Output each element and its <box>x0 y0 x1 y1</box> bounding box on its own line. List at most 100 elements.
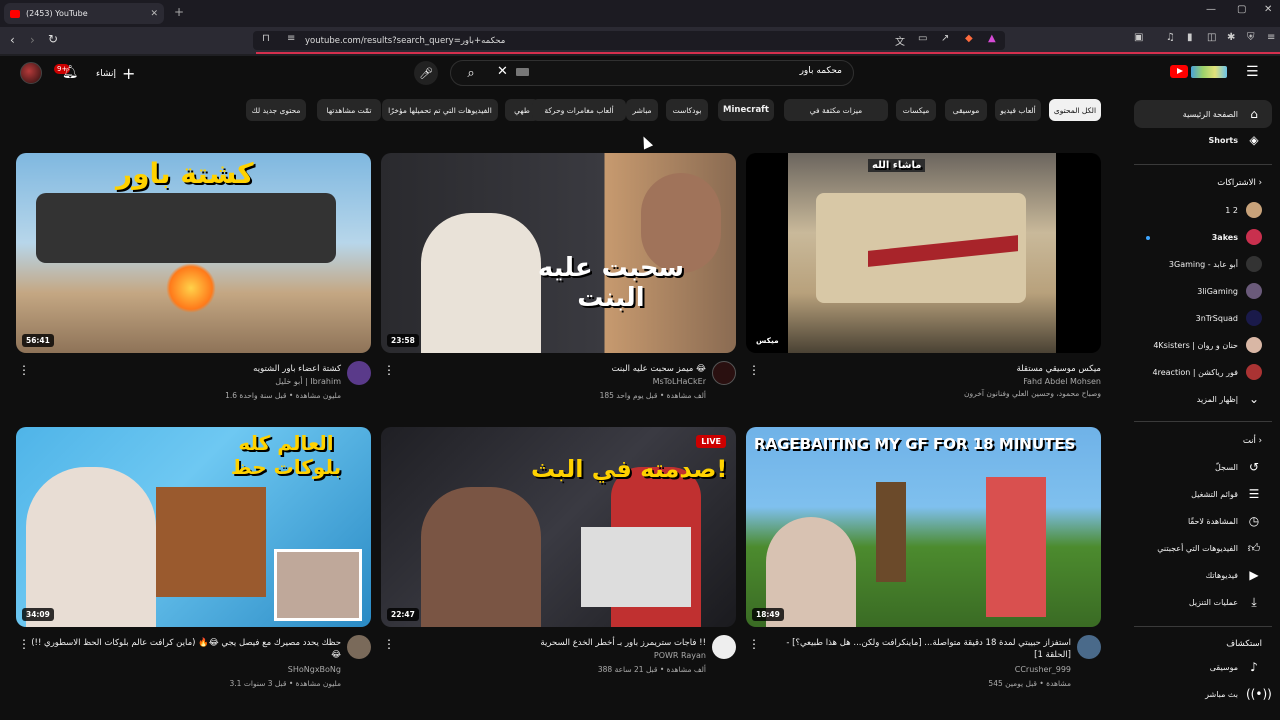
channel-name[interactable]: SHoNgxBoNg <box>31 665 341 674</box>
video-thumbnail[interactable]: ماشاء الله ميكس <box>746 153 1101 353</box>
video-thumbnail[interactable]: كشتة باور 56:41 <box>16 153 371 353</box>
chip[interactable]: مباشر <box>626 99 658 121</box>
chip[interactable]: الفيديوهات التي تم تحميلها مؤخرًا <box>382 99 498 121</box>
keyboard-icon[interactable] <box>516 68 529 76</box>
wallet-icon[interactable]: ◫ <box>1207 32 1216 43</box>
new-tab-icon[interactable]: + <box>174 5 184 19</box>
address-bar[interactable]: youtube.com/results?search_query=محكمه+ب… <box>253 31 1005 50</box>
reader-icon[interactable]: ▮ <box>1187 32 1193 43</box>
close-window-icon[interactable]: ✕ <box>1264 4 1272 15</box>
forward-icon[interactable]: › <box>30 33 35 47</box>
more-options-icon[interactable]: ⋮ <box>748 363 760 377</box>
more-options-icon[interactable]: ⋮ <box>383 363 395 377</box>
channel-avatar[interactable] <box>347 361 371 385</box>
youtube-logo[interactable] <box>1170 65 1227 78</box>
chip[interactable]: ميكسات <box>896 99 936 121</box>
sidebar-subscription[interactable]: 3akes <box>1134 223 1272 251</box>
video-thumbnail[interactable]: صدمته في البث! LIVE 22:47 <box>381 427 736 627</box>
chip[interactable]: محتوى جديد لك <box>246 99 306 121</box>
video-thumbnail[interactable]: العالم كله بلوكات حظ 34:09 <box>16 427 371 627</box>
sidebar-item-shorts[interactable]: Shorts ◈ <box>1134 126 1272 154</box>
video-title[interactable]: فاجات ستريمرز باور بـ أخطر الخدع السحرية… <box>396 637 706 649</box>
url-underline <box>256 52 1280 54</box>
screenshot-icon[interactable]: ▭ <box>918 33 927 44</box>
sidebar-item-your-videos[interactable]: فيديوهاتك ▶ <box>1134 561 1272 589</box>
channel-avatar[interactable] <box>347 635 371 659</box>
sidebar-item-downloads[interactable]: عمليات التنزيل ⤓ <box>1134 588 1272 616</box>
more-options-icon[interactable]: ⋮ <box>18 363 30 377</box>
extensions-icon[interactable]: ✱ <box>1227 32 1235 43</box>
video-title[interactable]: كشتة اعضاء باور الشتويه <box>31 363 341 375</box>
chip[interactable]: تمّت مشاهدتها <box>317 99 381 121</box>
search-query-text: محكمه باور <box>799 66 842 76</box>
sidebar-item-playlists[interactable]: قوائم التشغيل ☰ <box>1134 480 1272 508</box>
more-options-icon[interactable]: ⋮ <box>383 637 395 651</box>
sidebar: الصفحة الرئيسية ⌂ Shorts ◈ الاشتراكات › … <box>1124 96 1280 720</box>
sidebar-subscription[interactable]: 1 2 <box>1134 196 1272 224</box>
channel-avatar[interactable] <box>1077 635 1101 659</box>
channel-name[interactable]: CCrusher_999 <box>761 665 1071 674</box>
back-icon[interactable]: ‹ <box>10 33 15 47</box>
brave-shield-icon[interactable]: ◆ <box>965 33 973 44</box>
chip[interactable]: ألعاب مغامرات وحركة <box>532 99 626 121</box>
sidebar-item-home[interactable]: الصفحة الرئيسية ⌂ <box>1134 100 1272 128</box>
vpn-icon[interactable]: ⛨ <box>1247 32 1255 43</box>
search-button[interactable]: ⌕ <box>452 61 490 85</box>
video-title[interactable]: استفزاز حبيبتي لمدة 18 دقيقة متواصلة... … <box>761 637 1071 661</box>
video-title[interactable]: ميمز سحبت عليه البنت 😂 <box>396 363 706 375</box>
clear-search-icon[interactable]: ✕ <box>497 64 508 79</box>
sidebar-show-more[interactable]: إظهار المزيد ⌄ <box>1134 385 1272 413</box>
minimize-icon[interactable]: — <box>1206 4 1216 15</box>
chip[interactable]: بودكاست <box>666 99 708 121</box>
more-options-icon[interactable]: ⋮ <box>18 637 30 651</box>
channel-avatar[interactable] <box>712 635 736 659</box>
music-icon[interactable]: ♫ <box>1166 32 1175 43</box>
subscriptions-heading[interactable]: الاشتراكات › <box>1134 178 1262 188</box>
translate-icon[interactable]: 文 <box>895 33 905 48</box>
chip-active[interactable]: الكل المحتوى <box>1049 99 1101 121</box>
chip[interactable]: موسيقى <box>945 99 987 121</box>
browser-tab[interactable]: (2453) YouTube ✕ <box>4 3 164 24</box>
channel-name[interactable]: MsToLHaCkEr <box>396 377 706 386</box>
sidebar-item-music[interactable]: موسيقى ♪ <box>1134 653 1272 681</box>
sidebar-subscription[interactable]: 4reaction | فور رياكشن <box>1134 358 1272 386</box>
channel-name[interactable]: أبو خليل | Ibrahim <box>31 377 341 386</box>
channel-avatar <box>1246 310 1262 326</box>
create-button[interactable]: إنشاء + <box>96 64 135 83</box>
voice-search-mic-icon[interactable]: 🎤︎ <box>414 61 438 85</box>
bookmark-icon[interactable]: ⊓ <box>262 33 270 44</box>
chip[interactable]: Minecraft <box>718 99 774 121</box>
sidebar-item-label: Shorts <box>1208 135 1238 145</box>
sidebar-subscription[interactable]: 3nTrSquad <box>1134 304 1272 332</box>
sidebar-item-live[interactable]: بث مباشر ((•)) <box>1134 680 1272 708</box>
video-thumbnail[interactable]: سحبت عليه البنت 23:58 <box>381 153 736 353</box>
sidebar-item-watch-later[interactable]: المشاهدة لاحقًا ◷ <box>1134 507 1272 535</box>
share-icon[interactable]: ↗ <box>941 33 949 44</box>
hamburger-menu-icon[interactable]: ☰ <box>1246 64 1259 80</box>
video-title[interactable]: ميكس موسيقي مستقلة <box>791 363 1101 375</box>
chip[interactable]: ميزات مكثفة في <box>784 99 888 121</box>
channel-name[interactable]: POWR Rayan <box>396 651 706 660</box>
account-avatar[interactable] <box>20 62 42 84</box>
channel-avatar[interactable] <box>712 361 736 385</box>
chip[interactable]: ألعاب فيديو <box>995 99 1041 121</box>
video-title[interactable]: حظك يحدد مصيرك مع فيصل يجي 😂🔥 (ماين كراف… <box>31 637 341 661</box>
sidebar-item-history[interactable]: السجلّ ↺ <box>1134 453 1272 481</box>
menu-icon[interactable]: ≡ <box>1267 32 1275 43</box>
more-options-icon[interactable]: ⋮ <box>748 637 760 651</box>
maximize-icon[interactable]: ▢ <box>1237 4 1246 15</box>
sidebar-item-liked[interactable]: الفيديوهات التي أعجبتني 👍︎ <box>1134 534 1272 562</box>
reload-icon[interactable]: ↻ <box>48 32 58 46</box>
you-heading[interactable]: أنت › <box>1134 436 1262 446</box>
channel-avatar <box>1246 202 1262 218</box>
sidebar-subscription[interactable]: 4Ksisters | حنان و روان <box>1134 331 1272 359</box>
close-tab-icon[interactable]: ✕ <box>150 9 158 19</box>
video-thumbnail[interactable]: RAGEBAITING MY GF FOR 18 MINUTES 18:49 <box>746 427 1101 627</box>
channel-name[interactable]: Fahd Abdel Mohsen <box>791 377 1101 386</box>
sidebar-subscription[interactable]: 3Gaming - أبو عابد <box>1134 250 1272 278</box>
sidebar-toggle-icon[interactable]: ▣ <box>1134 32 1143 43</box>
sidebar-subscription[interactable]: 3liGaming <box>1134 277 1272 305</box>
rewards-icon[interactable]: ▲ <box>988 33 996 44</box>
notifications-bell-icon[interactable]: 🔔︎ <box>62 65 79 80</box>
site-settings-icon[interactable]: ≡ <box>287 33 295 44</box>
